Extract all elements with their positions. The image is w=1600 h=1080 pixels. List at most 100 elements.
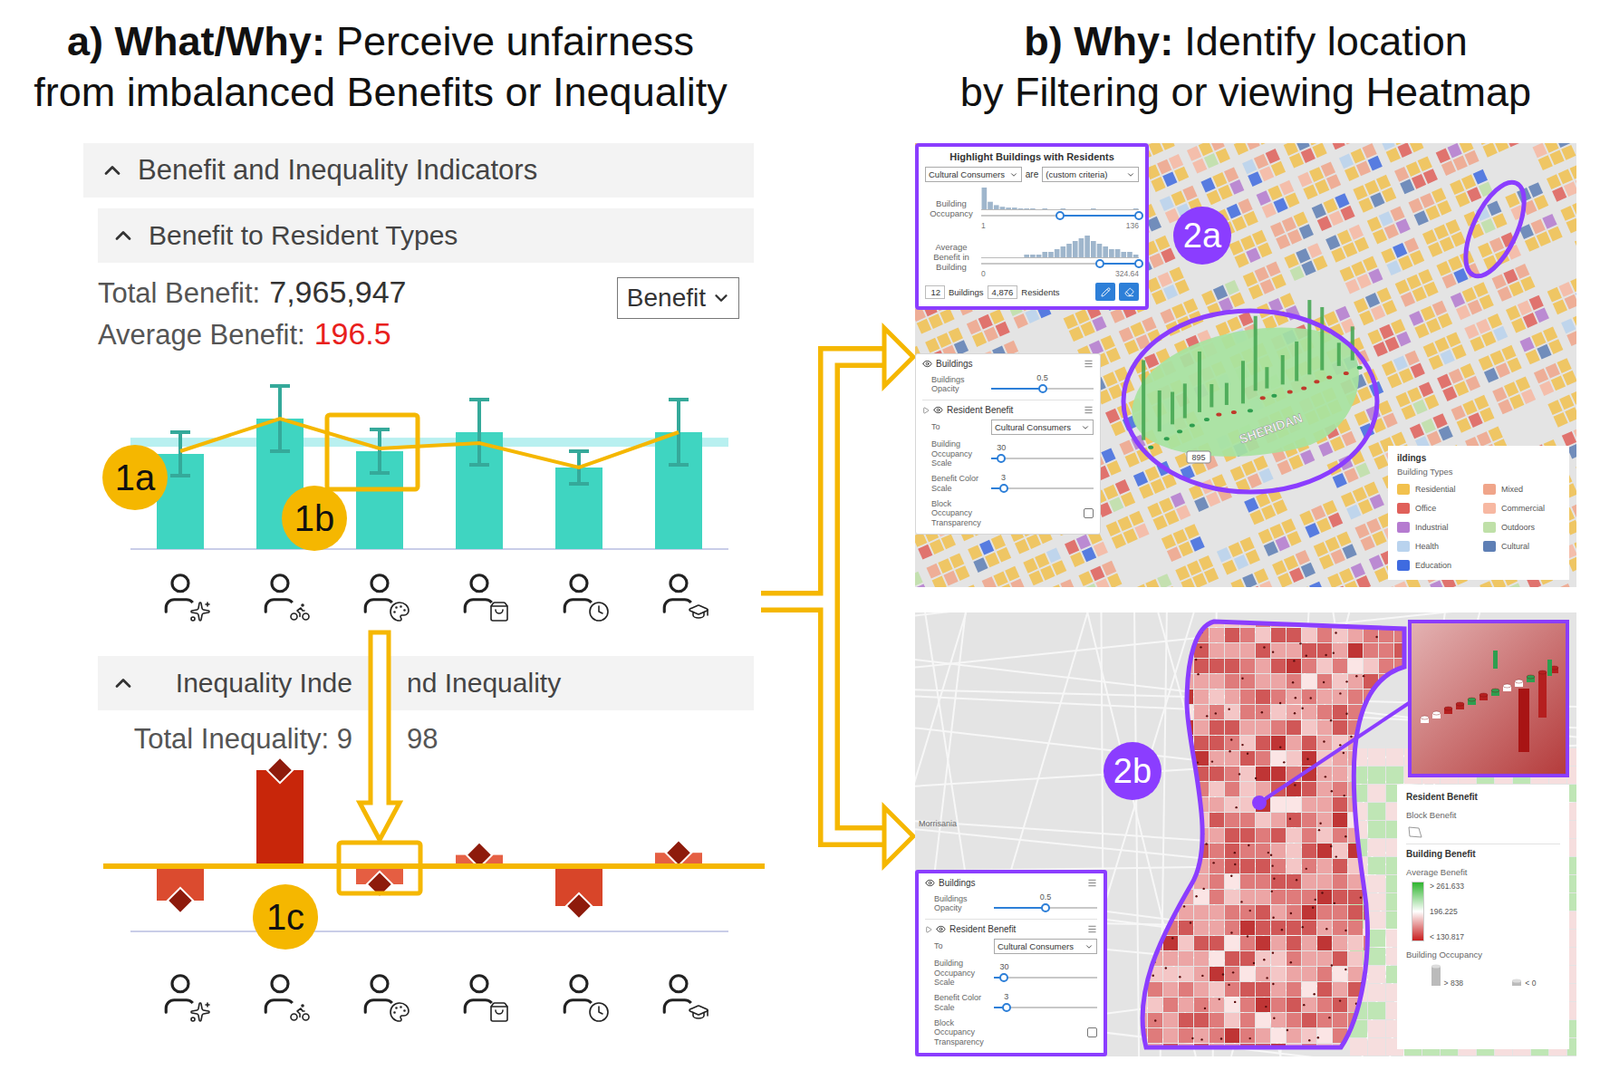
resident-type xyxy=(628,558,729,629)
inequality-bar[interactable] xyxy=(555,867,603,919)
legend-item: Cultural xyxy=(1483,540,1561,552)
benefit-bar[interactable] xyxy=(655,399,703,550)
resident-type xyxy=(230,958,330,1030)
target-group-select[interactable]: Cultural Consumers xyxy=(993,938,1098,955)
trend-line xyxy=(180,418,679,468)
filter-title: Highlight Buildings with Residents xyxy=(925,151,1139,163)
eye-icon[interactable] xyxy=(922,358,933,369)
benefit-columns xyxy=(1141,299,1363,450)
resident-accessory-icon xyxy=(488,1001,511,1023)
metric-select[interactable]: Benefit xyxy=(616,277,740,319)
resident-type-icons xyxy=(130,958,729,1030)
slider-handle[interactable] xyxy=(1095,259,1105,269)
menu-icon[interactable] xyxy=(1083,404,1094,415)
eye-icon[interactable] xyxy=(935,924,946,935)
benefit-legend: Resident BenefitBlock BenefitBuilding Be… xyxy=(1397,784,1570,1050)
indicators-header[interactable]: Benefit and Inequality Indicators xyxy=(83,143,754,198)
inequality-bar[interactable] xyxy=(156,867,204,914)
resident-benefit-layer[interactable]: Resident Benefit xyxy=(922,404,1094,415)
slider-handle[interactable] xyxy=(996,453,1006,463)
buildings-layer[interactable]: Buildings xyxy=(925,877,1098,888)
slider-handle[interactable] xyxy=(1040,903,1051,913)
value-slider[interactable]: 0.5 xyxy=(991,373,1094,396)
menu-icon[interactable] xyxy=(1087,877,1098,888)
resident-accessory-icon xyxy=(189,1001,212,1023)
what-why-column: a) What/Why:Perceive unfairnessfrom imba… xyxy=(0,0,762,1080)
legend-item: Office xyxy=(1397,502,1475,514)
collapse-chevron-icon[interactable] xyxy=(110,670,136,696)
panel-a-title: a) What/Why:Perceive unfairnessfrom imba… xyxy=(0,16,762,118)
slider-handle[interactable] xyxy=(999,483,1009,493)
benefit-bar[interactable] xyxy=(455,399,503,550)
slider-handle[interactable] xyxy=(1134,259,1144,269)
filter-map-view: SHERIDAN895Highlight Buildings with Resi… xyxy=(915,143,1577,588)
resident-accessory-icon xyxy=(189,600,212,623)
focus-outline xyxy=(1454,173,1537,285)
down-arrow-icon xyxy=(357,630,402,843)
resident-accessory-icon xyxy=(587,600,610,623)
inequality-bar[interactable] xyxy=(256,757,304,868)
inequality-header[interactable]: Inequality Indend Inequality xyxy=(97,655,754,711)
expand-triangle-icon[interactable] xyxy=(925,925,933,934)
3d-inset-view xyxy=(1407,619,1570,778)
resident-type xyxy=(429,558,530,629)
range-slider[interactable] xyxy=(981,258,1139,270)
menu-icon[interactable] xyxy=(1083,358,1094,369)
resident-accessory-icon xyxy=(687,1001,710,1023)
range-filter: Average Benefit in Building0324.64 xyxy=(925,234,1139,279)
draw-button[interactable] xyxy=(1095,282,1116,301)
resident-type xyxy=(628,958,729,1030)
target-group-select[interactable]: Cultural Consumers xyxy=(991,419,1094,435)
slider-handle[interactable] xyxy=(999,973,1009,983)
block-shape-icon xyxy=(1406,824,1425,839)
annotation-badge: 1a xyxy=(102,444,168,511)
layer-panel: BuildingsBuildings Opacity0.5Resident Be… xyxy=(915,869,1108,1057)
slider-handle[interactable] xyxy=(1055,211,1065,221)
inequality-bar[interactable] xyxy=(338,842,421,897)
menu-icon[interactable] xyxy=(1087,924,1098,935)
slider-handle[interactable] xyxy=(1038,384,1048,394)
benefit-heatmap xyxy=(1131,612,1425,1057)
collapse-chevron-icon[interactable] xyxy=(110,222,136,249)
figure: a) What/Why:Perceive unfairnessfrom imba… xyxy=(0,0,1600,1080)
occupancy-legend-item: < 0 xyxy=(1511,978,1536,988)
value-slider[interactable]: 3 xyxy=(991,472,1094,495)
cylinder-icon xyxy=(1511,978,1523,988)
value-slider[interactable]: 30 xyxy=(991,443,1094,465)
why-column: b) Why:Identify locationby Filtering or … xyxy=(915,0,1577,1080)
slider-handle[interactable] xyxy=(1134,211,1144,221)
occupancy-legend-item: > 838 xyxy=(1430,963,1465,988)
collapse-chevron-icon[interactable] xyxy=(99,157,126,184)
cylinder-icon xyxy=(1430,963,1442,988)
eye-icon[interactable] xyxy=(925,877,935,888)
transparency-checkbox[interactable] xyxy=(1087,1027,1098,1038)
value-slider[interactable]: 30 xyxy=(993,962,1098,984)
park-area xyxy=(1131,327,1359,457)
range-slider[interactable] xyxy=(981,210,1139,222)
benefit-header[interactable]: Benefit to Resident Types xyxy=(97,208,754,263)
slider-handle[interactable] xyxy=(1002,1002,1012,1013)
outer-blocks xyxy=(1349,748,1577,1056)
criteria-select[interactable]: (custom criteria) xyxy=(1041,166,1139,183)
eye-icon[interactable] xyxy=(933,404,944,415)
expand-triangle-icon[interactable] xyxy=(922,406,930,415)
resident-type xyxy=(429,958,530,1030)
resident-type xyxy=(230,558,330,629)
resident-benefit-layer[interactable]: Resident Benefit xyxy=(925,924,1098,935)
clear-button[interactable] xyxy=(1118,282,1139,301)
inset-connector xyxy=(1259,703,1409,803)
pencil-icon xyxy=(1100,287,1111,298)
resident-accessory-icon xyxy=(687,600,710,623)
annotation-badge: 2b xyxy=(1103,742,1162,800)
bracket-arrow-icon xyxy=(761,0,916,1080)
value-slider[interactable]: 0.5 xyxy=(993,892,1098,915)
buildings-layer[interactable]: Buildings xyxy=(922,358,1094,369)
legend-item: Industrial xyxy=(1397,521,1475,533)
resident-accessory-icon xyxy=(289,600,311,623)
resident-group-select[interactable]: Cultural Consumers xyxy=(925,166,1022,183)
resident-count: 4,876 xyxy=(987,285,1019,299)
transparency-checkbox[interactable] xyxy=(1083,508,1094,519)
value-slider[interactable]: 3 xyxy=(993,992,1098,1014)
annotation-badge: 1c xyxy=(252,884,319,950)
highlight-filter-panel: Highlight Buildings with Residents Cultur… xyxy=(915,143,1149,310)
